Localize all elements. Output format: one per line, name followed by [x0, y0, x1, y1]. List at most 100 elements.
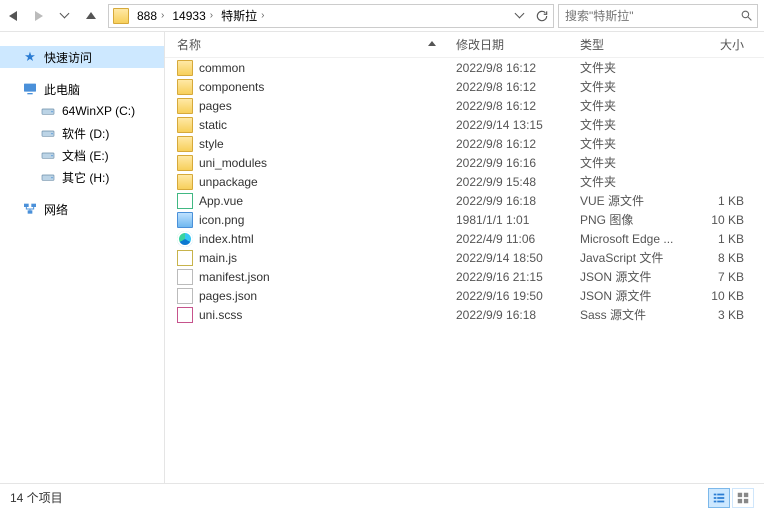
navigation-pane: 快速访问 此电脑 64WinXP (C:) 软件 (D:) 文档 (E:) 其它 (H… — [0, 32, 165, 483]
file-type-label: PNG 图像 — [574, 211, 694, 228]
file-row[interactable]: common2022/9/8 16:12文件夹 — [165, 58, 764, 77]
column-header-type[interactable]: 类型 — [574, 36, 694, 53]
file-size-label: 3 KB — [694, 308, 764, 322]
file-row[interactable]: icon.png 1981/1/1 1:01PNG 图像10 KB — [165, 210, 764, 229]
file-row[interactable]: components 2022/9/8 16:12文件夹 — [165, 77, 764, 96]
file-row[interactable]: main.js2022/9/14 18:50JavaScript 文件8 KB — [165, 248, 764, 267]
folder-icon — [177, 174, 193, 190]
column-header-size[interactable]: 大小 — [694, 36, 764, 53]
quick-access-item[interactable]: 快速访问 — [0, 46, 164, 68]
file-row[interactable]: manifest.json2022/9/16 21:15JSON 源文件7 KB — [165, 267, 764, 286]
file-name-label: unpackage — [199, 175, 258, 189]
refresh-icon — [535, 9, 549, 23]
folder-icon — [177, 136, 193, 152]
details-view-button[interactable] — [708, 488, 730, 508]
edge-icon — [177, 231, 193, 247]
file-type-label: 文件夹 — [574, 59, 694, 76]
file-row[interactable]: uni_modules2022/9/9 16:16文件夹 — [165, 153, 764, 172]
sidebar-item-label: 其它 (H:) — [62, 169, 109, 186]
this-pc-item[interactable]: 此电脑 — [0, 78, 164, 100]
file-row[interactable]: pages.json2022/9/16 19:50JSON 源文件10 KB — [165, 286, 764, 305]
file-size-label: 10 KB — [694, 213, 764, 227]
file-date-label: 1981/1/1 1:01 — [456, 213, 574, 227]
file-type-label: 文件夹 — [574, 135, 694, 152]
file-name-label: uni_modules — [199, 156, 267, 170]
file-name-label: pages — [199, 99, 232, 113]
refresh-button[interactable] — [531, 5, 553, 27]
file-name-label: uni.scss — [199, 308, 242, 322]
file-type-label: 文件夹 — [574, 154, 694, 171]
file-row[interactable]: App.vue2022/9/9 16:18VUE 源文件1 KB — [165, 191, 764, 210]
search-icon — [735, 9, 757, 22]
chevron-right-icon: › — [161, 10, 164, 21]
address-dropdown-button[interactable] — [509, 5, 531, 27]
sidebar-item-label: 网络 — [44, 201, 68, 218]
column-header-date[interactable]: 修改日期 — [456, 36, 574, 53]
arrow-up-icon — [86, 12, 96, 19]
sidebar-item-label: 软件 (D:) — [62, 125, 109, 142]
drive-item[interactable]: 64WinXP (C:) — [0, 100, 164, 122]
column-label: 名称 — [177, 36, 201, 53]
arrow-right-icon — [35, 11, 43, 21]
file-size-label: 1 KB — [694, 194, 764, 208]
main-area: 快速访问 此电脑 64WinXP (C:) 软件 (D:) 文档 (E:) 其它 (H… — [0, 32, 764, 483]
file-name-label: components — [199, 80, 264, 94]
file-row[interactable]: unpackage2022/9/9 15:48文件夹 — [165, 172, 764, 191]
large-icons-view-icon — [736, 491, 750, 505]
drive-icon — [40, 125, 56, 141]
sidebar-item-label: 64WinXP (C:) — [62, 104, 135, 118]
sidebar-item-label: 此电脑 — [44, 81, 80, 98]
breadcrumb-segment[interactable]: 14933› — [168, 5, 217, 27]
forward-button[interactable] — [26, 0, 52, 31]
up-button[interactable] — [78, 0, 104, 31]
json-icon — [177, 288, 193, 304]
file-size-label: 8 KB — [694, 251, 764, 265]
file-size-label: 7 KB — [694, 270, 764, 284]
column-label: 大小 — [720, 38, 744, 52]
vue-icon — [177, 193, 193, 209]
file-row[interactable]: static2022/9/14 13:15文件夹 — [165, 115, 764, 134]
folder-icon — [177, 117, 193, 133]
arrow-left-icon — [9, 11, 17, 21]
recent-locations-button[interactable] — [52, 0, 78, 31]
back-button[interactable] — [0, 0, 26, 31]
file-row[interactable]: index.html2022/4/9 11:06Microsoft Edge .… — [165, 229, 764, 248]
drive-item[interactable]: 文档 (E:) — [0, 144, 164, 166]
scss-icon — [177, 307, 193, 323]
chevron-right-icon: › — [261, 10, 264, 21]
file-date-label: 2022/9/8 16:12 — [456, 99, 574, 113]
drive-item[interactable]: 软件 (D:) — [0, 122, 164, 144]
breadcrumb-segment[interactable]: 888 › — [133, 5, 168, 27]
address-toolbar: 888 › 14933› 特斯拉› — [0, 0, 764, 32]
file-date-label: 2022/9/8 16:12 — [456, 80, 574, 94]
file-type-label: 文件夹 — [574, 78, 694, 95]
file-name-label: common — [199, 61, 245, 75]
sort-ascending-icon — [428, 41, 436, 49]
file-name-label: static — [199, 118, 227, 132]
column-header-name[interactable]: 名称 — [165, 36, 456, 53]
file-name-label: style — [199, 137, 224, 151]
search-input[interactable] — [559, 9, 735, 23]
breadcrumb-segment[interactable]: 特斯拉› — [217, 5, 268, 27]
breadcrumb-label: 888 — [137, 9, 157, 23]
large-icons-view-button[interactable] — [732, 488, 754, 508]
file-size-label: 10 KB — [694, 289, 764, 303]
folder-icon — [177, 79, 193, 95]
file-row[interactable]: uni.scss 2022/9/9 16:18Sass 源文件3 KB — [165, 305, 764, 324]
address-bar[interactable]: 888 › 14933› 特斯拉› — [108, 4, 554, 28]
file-name-label: pages.json — [199, 289, 257, 303]
drive-item[interactable]: 其它 (H:) — [0, 166, 164, 188]
file-row[interactable]: pages2022/9/8 16:12文件夹 — [165, 96, 764, 115]
folder-icon — [177, 155, 193, 171]
chevron-down-icon — [61, 12, 69, 20]
file-date-label: 2022/9/16 21:15 — [456, 270, 574, 284]
file-date-label: 2022/9/14 13:15 — [456, 118, 574, 132]
file-date-label: 2022/9/9 16:18 — [456, 308, 574, 322]
file-date-label: 2022/9/16 19:50 — [456, 289, 574, 303]
file-type-label: Sass 源文件 — [574, 306, 694, 323]
folder-icon — [177, 60, 193, 76]
network-item[interactable]: 网络 — [0, 198, 164, 220]
file-row[interactable]: style2022/9/8 16:12文件夹 — [165, 134, 764, 153]
search-box[interactable] — [558, 4, 758, 28]
file-name-label: icon.png — [199, 213, 244, 227]
